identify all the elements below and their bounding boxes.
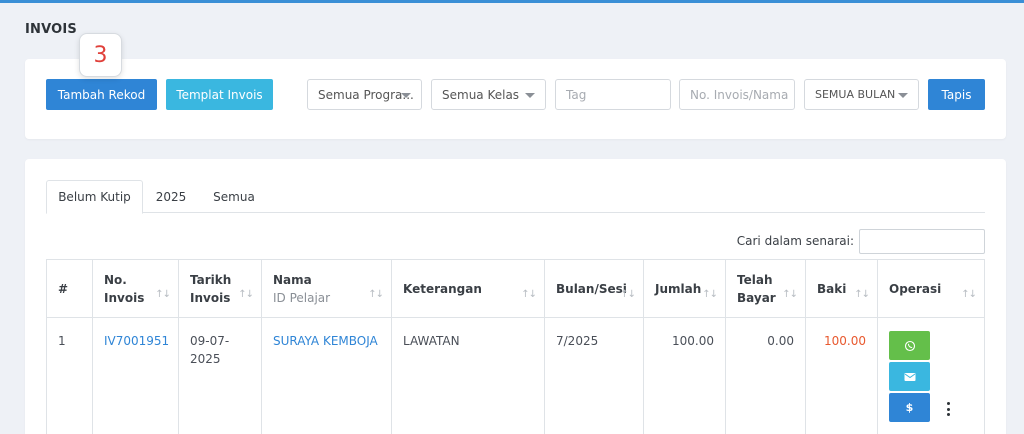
cell-operations: $ — [878, 318, 984, 434]
add-record-button[interactable]: Tambah Rekod — [46, 79, 157, 110]
column-header-paid[interactable]: Telah Bayar ↑↓ — [726, 260, 806, 318]
program-select[interactable]: Semua Progra... — [307, 79, 422, 110]
step-badge: 3 — [79, 33, 122, 77]
row-number: 1 — [58, 334, 66, 348]
payment-button[interactable]: $ — [889, 393, 930, 422]
column-label: Invois — [190, 291, 231, 305]
column-header-operations[interactable]: Operasi ↑↓ — [878, 260, 984, 318]
table-header: # No. Invois ↑↓ Tarikh Invois ↑↓ Nama ID Pe… — [47, 260, 984, 318]
balance-amount: 100.00 — [824, 334, 866, 348]
tab-bar: Belum Kutip 2025 Semua — [46, 180, 985, 214]
cell-invoice-date: 09-07- 2025 — [179, 318, 262, 434]
list-search-input[interactable] — [859, 229, 985, 254]
chevron-down-icon — [525, 93, 535, 98]
column-label: Jumlah — [655, 282, 702, 296]
student-name-link[interactable]: SURAYA KEMBOJA — [273, 332, 378, 350]
tab-semua[interactable]: Semua — [202, 180, 266, 213]
column-header-invoice-no[interactable]: No. Invois ↑↓ — [93, 260, 179, 318]
column-label: Tarikh — [190, 273, 232, 287]
cell-period: 7/2025 — [545, 318, 644, 434]
column-label: Bayar — [737, 291, 776, 305]
tag-input[interactable]: Tag — [555, 79, 671, 110]
column-header-total[interactable]: Jumlah ↑↓ — [644, 260, 726, 318]
invoice-search-input[interactable]: No. Invois/Nama — [679, 79, 795, 110]
program-select-value: Semua Progra... — [318, 87, 414, 102]
column-header-num[interactable]: # — [47, 260, 93, 318]
column-label: # — [58, 282, 69, 296]
column-header-description[interactable]: Keterangan ↑↓ — [392, 260, 545, 318]
column-label: No. — [104, 273, 127, 287]
column-label: Keterangan — [403, 282, 482, 296]
invoice-date-day: 09-07- — [190, 334, 230, 348]
page-title: INVOIS — [25, 22, 78, 37]
description-text: LAWATAN — [403, 334, 460, 348]
column-sublabel: ID Pelajar — [273, 291, 331, 305]
list-search-label: Cari dalam senarai: — [736, 234, 854, 248]
chevron-down-icon — [898, 93, 908, 98]
chevron-down-icon — [401, 93, 411, 98]
invoice-table: # No. Invois ↑↓ Tarikh Invois ↑↓ Nama ID Pe… — [46, 259, 985, 434]
whatsapp-icon — [904, 340, 915, 351]
invoice-number-link[interactable]: IV7001951 — [104, 332, 169, 350]
invoice-template-button[interactable]: Templat Invois — [166, 79, 273, 110]
cell-student-name: SURAYA KEMBOJA — [262, 318, 392, 434]
class-select[interactable]: Semua Kelas — [431, 79, 546, 110]
column-header-balance[interactable]: Baki ↑↓ — [806, 260, 878, 318]
tab-2025[interactable]: 2025 — [147, 180, 195, 213]
period-text: 7/2025 — [556, 334, 599, 348]
invoice-date-year: 2025 — [190, 352, 221, 366]
filter-button[interactable]: Tapis — [928, 79, 985, 110]
total-amount: 100.00 — [672, 334, 714, 348]
sort-icon: ↑↓ — [620, 289, 636, 300]
column-label: Telah — [737, 273, 773, 287]
column-header-name[interactable]: Nama ID Pelajar ↑↓ — [262, 260, 392, 318]
kebab-menu-icon[interactable] — [946, 402, 950, 416]
sort-icon: ↑↓ — [521, 289, 537, 300]
cell-balance: 100.00 — [806, 318, 878, 434]
sort-icon: ↑↓ — [702, 289, 718, 300]
tab-belum-kutip[interactable]: Belum Kutip — [46, 180, 143, 214]
cell-invoice-no: IV7001951 — [93, 318, 179, 434]
class-select-value: Semua Kelas — [442, 87, 520, 102]
sort-icon: ↑↓ — [782, 289, 798, 300]
sort-icon: ↑↓ — [368, 289, 384, 300]
column-label: Invois — [104, 291, 145, 305]
cell-description: LAWATAN — [392, 318, 545, 434]
whatsapp-button[interactable] — [889, 331, 930, 360]
column-header-invoice-date[interactable]: Tarikh Invois ↑↓ — [179, 260, 262, 318]
dollar-icon: $ — [905, 401, 914, 414]
column-label: Baki — [817, 282, 847, 296]
column-label: Nama — [273, 273, 312, 287]
column-label: Bulan/Sesi — [556, 282, 627, 296]
sort-icon: ↑↓ — [961, 289, 977, 300]
cell-paid: 0.00 — [726, 318, 806, 434]
paid-amount: 0.00 — [767, 334, 794, 348]
top-accent-bar — [0, 0, 1024, 3]
cell-num: 1 — [47, 318, 93, 434]
sort-icon: ↑↓ — [238, 289, 254, 300]
month-select[interactable]: SEMUA BULAN — [804, 79, 919, 110]
column-header-period[interactable]: Bulan/Sesi ↑↓ — [545, 260, 644, 318]
column-label: Operasi — [889, 282, 942, 296]
cell-total: 100.00 — [644, 318, 726, 434]
sort-icon: ↑↓ — [854, 289, 870, 300]
email-button[interactable] — [889, 362, 930, 391]
sort-icon: ↑↓ — [155, 289, 171, 300]
month-select-value: SEMUA BULAN — [815, 88, 896, 101]
table-row: 1 IV7001951 09-07- 2025 SURAYA KEMBOJA L… — [47, 318, 984, 434]
mail-icon — [904, 372, 915, 381]
